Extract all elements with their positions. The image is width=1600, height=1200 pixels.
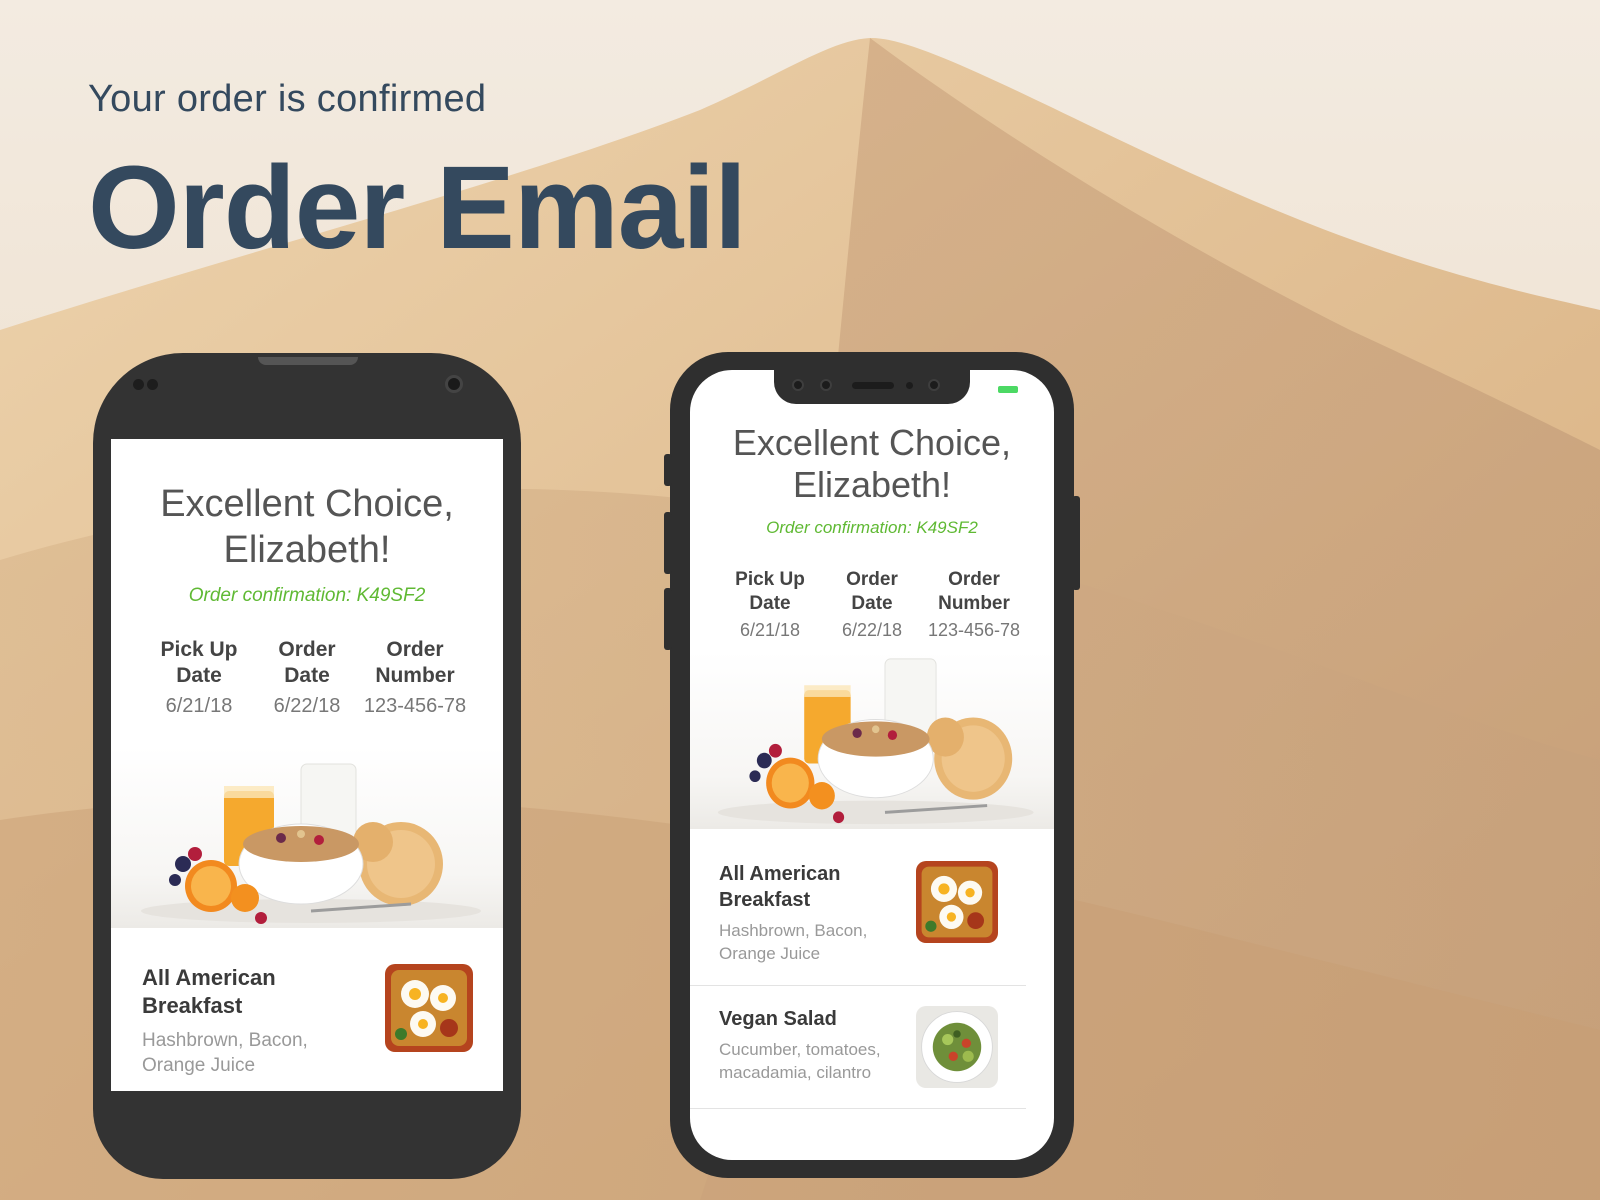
salad-thumbnail: [916, 1006, 998, 1088]
battery-icon: [998, 386, 1018, 393]
mute-switch: [664, 454, 672, 486]
info-label-line1: Order: [846, 569, 898, 590]
greeting-line-2: Elizabeth!: [792, 464, 952, 505]
iphone-mockup: Excellent Choice, Elizabeth! Order confi…: [664, 352, 1080, 1178]
info-label: Pick Up Date: [145, 637, 253, 689]
info-label: Order Number: [923, 568, 1025, 616]
breakfast-hero-image: [690, 651, 1054, 829]
info-pickup-date: Pick Up Date 6/21/18: [145, 637, 253, 718]
menu-item-name: Vegan Salad: [719, 1008, 837, 1030]
greeting-line-1: Excellent Choice,: [732, 422, 1012, 463]
android-camera-icon: [445, 375, 463, 393]
info-value: 123-456-78: [363, 695, 467, 717]
item-desc-line1: Cucumber, tomatoes,: [719, 1040, 881, 1059]
item-desc-line1: Hashbrown, Bacon,: [719, 921, 868, 940]
page-subtitle: Your order is confirmed: [88, 78, 487, 120]
breakfast-hero-image: [111, 746, 503, 928]
info-label-line1: Order: [278, 638, 336, 661]
menu-item-all-american-breakfast[interactable]: All American Breakfast Hashbrown, Bacon, O…: [111, 928, 503, 1078]
info-label-line1: Order: [386, 638, 444, 661]
info-label-line2: Date: [749, 593, 791, 614]
android-sensors: [133, 379, 158, 390]
info-order-date: Order Date 6/22/18: [821, 568, 923, 641]
breakfast-illustration: [141, 763, 481, 924]
volume-down-button: [664, 588, 672, 650]
order-confirmation: Order confirmation: K49SF2: [188, 585, 426, 606]
info-label-line1: Pick Up: [735, 569, 805, 590]
volume-up-button: [664, 512, 672, 574]
info-label-line2: Date: [851, 593, 893, 614]
info-label: Order Number: [361, 637, 469, 689]
info-label-line2: Date: [176, 664, 222, 687]
item-desc-line2: Orange Juice: [719, 944, 821, 963]
item-desc-line2: macadamia, cilantro: [719, 1063, 872, 1082]
info-value: 6/22/18: [841, 620, 903, 640]
email-greeting: Excellent Choice, Elizabeth!: [111, 481, 503, 573]
info-label-line1: Order: [948, 569, 1000, 590]
info-label: Pick Up Date: [719, 568, 821, 616]
info-pickup-date: Pick Up Date 6/21/18: [719, 568, 821, 641]
item-desc-line1: Hashbrown, Bacon,: [142, 1030, 308, 1051]
menu-item-vegan-salad[interactable]: Vegan Salad Cucumber, tomatoes, macadamia…: [690, 986, 1026, 1109]
breakfast-thumbnail: [916, 861, 998, 943]
item-desc-line2: Orange Juice: [142, 1055, 256, 1076]
item-name-line2: Breakfast: [719, 889, 811, 911]
menu-item-description: Hashbrown, Bacon, Orange Juice: [142, 1028, 342, 1078]
proximity-sensor: [906, 382, 913, 389]
info-order-number: Order Number 123-456-78: [361, 637, 469, 718]
info-label: Order Date: [821, 568, 923, 616]
info-label: Order Date: [253, 637, 361, 689]
info-label-line2: Number: [938, 593, 1010, 614]
order-email: Excellent Choice, Elizabeth! Order confi…: [111, 481, 503, 1078]
iphone-notch: [774, 370, 970, 404]
menu-item-description: Cucumber, tomatoes, macadamia, cilantro: [719, 1038, 909, 1084]
breakfast-thumbnail: [385, 964, 473, 1052]
email-greeting: Excellent Choice, Elizabeth!: [690, 422, 1054, 506]
order-confirmation: Order confirmation: K49SF2: [766, 518, 978, 537]
camera-lens-icon: [792, 379, 804, 391]
sensor-icon: [820, 379, 832, 391]
info-order-number: Order Number 123-456-78: [923, 568, 1025, 641]
info-label-line2: Number: [375, 664, 455, 687]
greeting-line-2: Elizabeth!: [223, 529, 391, 571]
breakfast-plate-image: [916, 861, 998, 943]
info-value: 6/21/18: [739, 620, 801, 640]
earpiece-speaker: [852, 382, 894, 389]
page-title: Order Email: [88, 142, 747, 274]
info-value: 6/22/18: [273, 695, 341, 717]
info-order-date: Order Date 6/22/18: [253, 637, 361, 718]
item-name-line1: All American: [719, 863, 841, 885]
menu-item-text: All American Breakfast Hashbrown, Bacon, O…: [142, 964, 342, 1078]
info-value: 6/21/18: [165, 695, 233, 717]
power-button: [1072, 496, 1080, 590]
android-speaker: [258, 357, 358, 365]
android-phone-mockup: Excellent Choice, Elizabeth! Order confi…: [93, 353, 521, 1179]
front-camera-icon: [928, 379, 940, 391]
item-name-line2: Breakfast: [142, 993, 243, 1018]
order-email: Excellent Choice, Elizabeth! Order confi…: [690, 422, 1054, 1109]
order-info-row: Pick Up Date 6/21/18 Order Date 6/22/18 Or…: [111, 637, 503, 718]
menu-item-text: All American Breakfast Hashbrown, Bacon, O…: [719, 861, 909, 965]
menu-item-description: Hashbrown, Bacon, Orange Juice: [719, 919, 909, 965]
menu-item-name: All American Breakfast: [719, 861, 909, 913]
menu-item-name: All American Breakfast: [142, 964, 342, 1020]
android-screen[interactable]: Excellent Choice, Elizabeth! Order confi…: [111, 439, 503, 1091]
info-value: 123-456-78: [927, 620, 1021, 640]
menu-item-all-american-breakfast[interactable]: All American Breakfast Hashbrown, Bacon, O…: [690, 829, 1026, 986]
iphone-screen[interactable]: Excellent Choice, Elizabeth! Order confi…: [690, 370, 1054, 1160]
info-label-line1: Pick Up: [160, 638, 238, 661]
breakfast-illustration: [717, 658, 1034, 825]
info-label-line2: Date: [284, 664, 330, 687]
salad-bowl-image: [916, 1006, 998, 1088]
greeting-line-1: Excellent Choice,: [160, 483, 454, 525]
menu-item-text: Vegan Salad Cucumber, tomatoes, macadamia…: [719, 1006, 909, 1084]
order-info-row: Pick Up Date 6/21/18 Order Date 6/22/18 Or…: [690, 568, 1054, 641]
item-name-line1: All American: [142, 965, 276, 990]
breakfast-plate-image: [385, 964, 473, 1052]
